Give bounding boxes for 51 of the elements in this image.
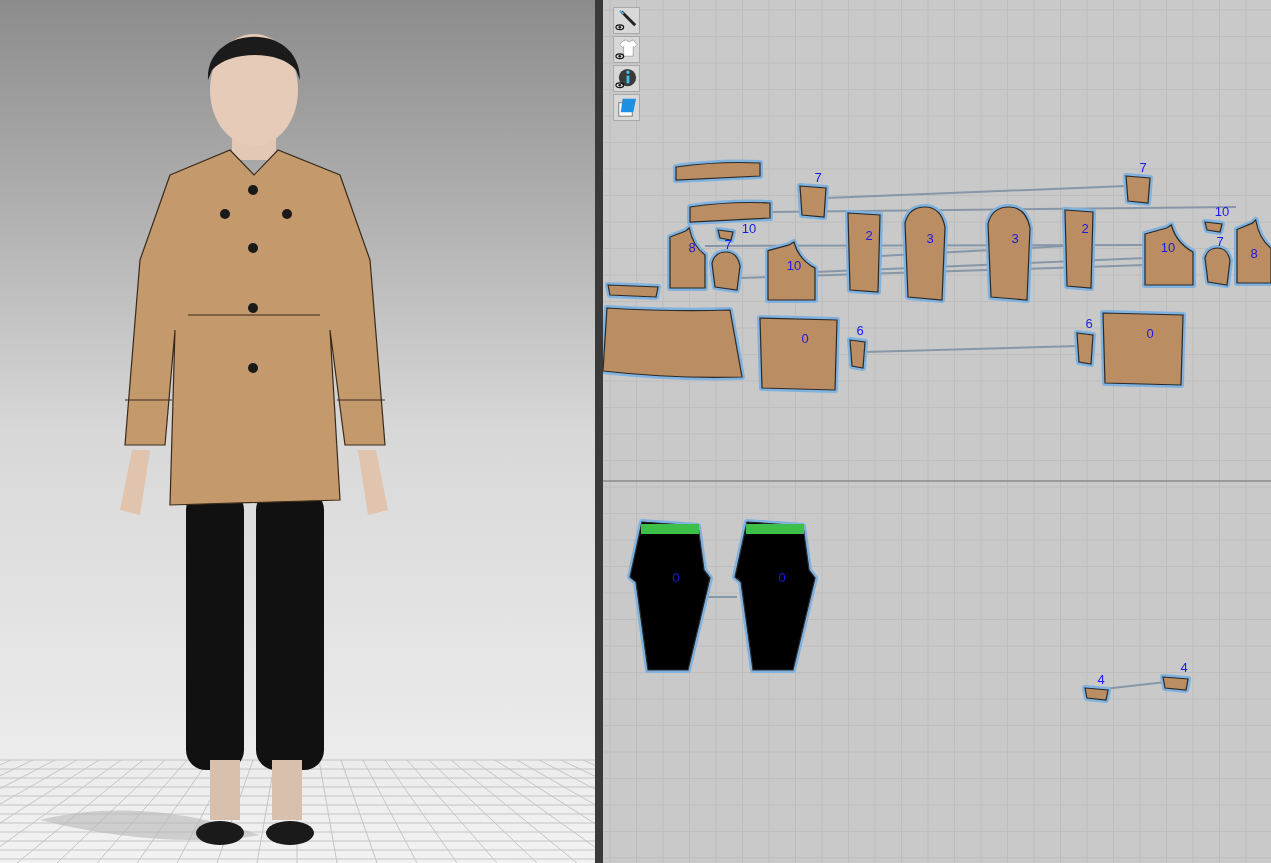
coat-pattern-piece[interactable] — [1234, 217, 1271, 286]
info-visibility-icon[interactable] — [613, 65, 640, 92]
piece-number: 4 — [1180, 660, 1188, 675]
needle-visibility-icon[interactable] — [613, 7, 640, 34]
piece-number: 6 — [1085, 316, 1093, 331]
coat-pattern-piece[interactable] — [603, 305, 745, 381]
piece-number: 8 — [688, 240, 696, 255]
piece-number: 3 — [1011, 231, 1019, 246]
piece-number: 3 — [926, 231, 934, 246]
piece-number: 6 — [856, 323, 864, 338]
piece-number: 0 — [672, 570, 680, 585]
shirt-visibility-icon[interactable] — [613, 36, 640, 63]
coat-pattern-piece[interactable] — [765, 239, 818, 303]
piece-number: 7 — [814, 170, 822, 185]
piece-number: 10 — [1160, 240, 1176, 255]
coat-pattern-piece[interactable] — [797, 183, 829, 220]
piece-number: 2 — [1081, 221, 1089, 236]
coat-pattern-piece[interactable] — [673, 159, 763, 183]
coat-pattern-piece[interactable] — [847, 337, 868, 371]
piece-number: 7 — [1139, 160, 1147, 175]
piece-number: 10 — [741, 221, 757, 236]
piece-number: 7 — [1216, 234, 1224, 249]
piece-number: 8 — [1250, 246, 1258, 261]
coat-pattern-piece[interactable] — [1062, 207, 1096, 291]
coat-pattern-piece[interactable] — [1082, 685, 1111, 703]
coat-pattern-piece[interactable] — [605, 282, 661, 300]
coat-pattern-piece[interactable] — [687, 199, 773, 225]
piece-number: 0 — [1146, 326, 1154, 341]
coat-pattern-piece[interactable] — [1202, 245, 1233, 288]
piece-number: 0 — [801, 331, 809, 346]
coat-pattern-piece[interactable] — [1160, 674, 1191, 693]
coat-pattern-piece[interactable] — [1142, 222, 1196, 288]
piece-number: 2 — [865, 228, 873, 243]
pants-pattern-piece[interactable] — [627, 519, 713, 673]
coat-pattern-piece[interactable] — [1100, 310, 1186, 388]
coat-pattern-piece[interactable] — [845, 210, 883, 295]
piece-number: 4 — [1097, 672, 1105, 687]
piece-number: 7 — [724, 237, 732, 252]
piece-number: 10 — [1214, 204, 1230, 219]
coat-pattern-piece[interactable] — [709, 249, 743, 293]
coat-pattern-piece[interactable] — [757, 315, 840, 393]
coat-pattern-piece[interactable] — [985, 204, 1033, 303]
coat-pattern-piece[interactable] — [1123, 173, 1153, 206]
piece-number: 0 — [778, 570, 786, 585]
coat-pattern-piece[interactable] — [667, 225, 708, 291]
piece-number: 10 — [786, 258, 802, 273]
coat-pattern-piece[interactable] — [1074, 330, 1096, 367]
coat-pattern-piece[interactable] — [1202, 219, 1225, 235]
coat-pattern-piece[interactable] — [902, 204, 948, 303]
seam-line — [707, 596, 738, 598]
pants-pattern-piece[interactable] — [732, 519, 818, 673]
